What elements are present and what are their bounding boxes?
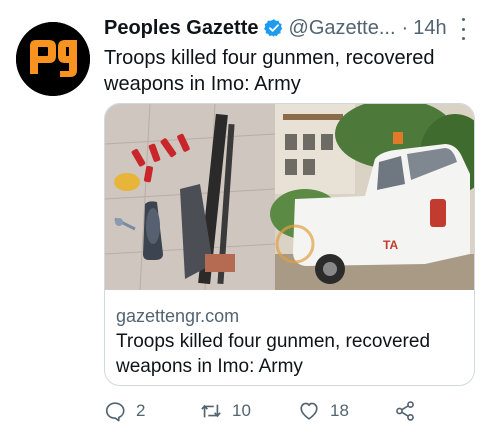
retweet-count: 10 <box>232 401 251 420</box>
share-icon <box>396 401 414 421</box>
card-image[interactable]: TA <box>105 104 474 290</box>
avatar[interactable] <box>16 22 90 96</box>
vehicle-marking: TA <box>383 238 399 252</box>
reply-icon <box>105 402 125 422</box>
card-domain: gazettengr.com <box>116 306 240 326</box>
card-title: Troops killed four gunmen, recovered wea… <box>116 331 431 377</box>
retweet-button[interactable]: 10 <box>200 398 251 424</box>
more-options-icon[interactable] <box>454 18 472 40</box>
tweet[interactable]: Peoples Gazette @Gazette... · 14h Troops… <box>0 0 490 438</box>
retweet-icon <box>201 404 221 418</box>
tweet-actions: 2 10 18 <box>104 398 424 424</box>
like-button[interactable]: 18 <box>298 398 349 424</box>
author-handle[interactable]: @Gazette... <box>289 15 396 41</box>
reply-count: 2 <box>136 401 146 420</box>
share-button[interactable] <box>394 398 426 424</box>
like-count: 18 <box>330 401 349 420</box>
reply-button[interactable]: 2 <box>104 398 145 424</box>
tweet-header: Peoples Gazette @Gazette... · 14h <box>104 15 484 41</box>
verified-badge-icon <box>263 18 284 38</box>
like-icon <box>300 402 318 420</box>
link-card[interactable]: TA gazettengr.com Troops killed four gun… <box>104 103 475 386</box>
tweet-text: Troops killed four gunmen, recovered wea… <box>104 47 435 95</box>
author-name[interactable]: Peoples Gazette <box>104 15 259 41</box>
tweet-timestamp[interactable]: 14h <box>413 15 446 41</box>
peoples-gazette-logo <box>16 22 90 96</box>
separator-dot: · <box>401 17 409 39</box>
